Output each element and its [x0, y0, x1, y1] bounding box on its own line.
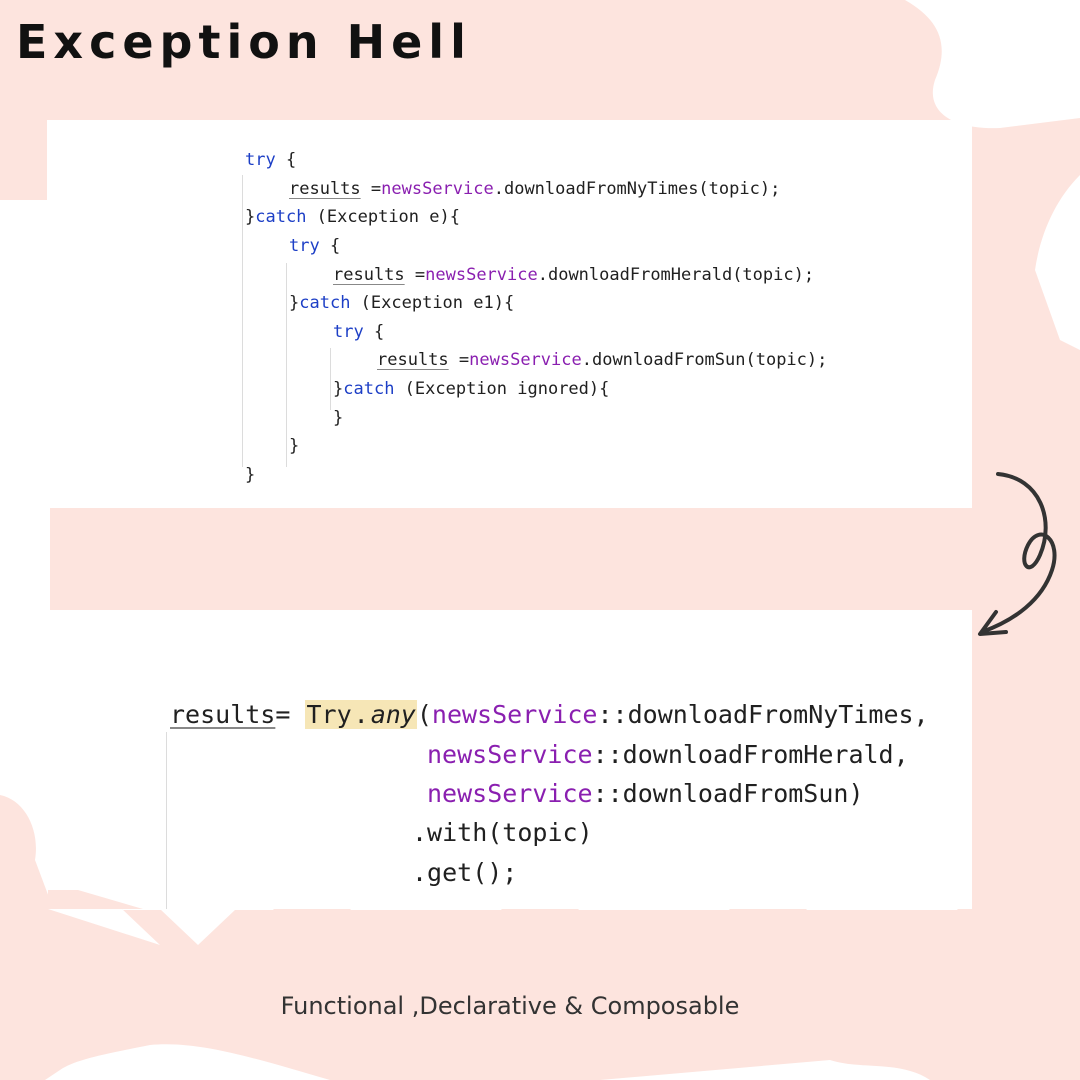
zigzag-border: [48, 890, 972, 975]
curved-arrow-icon: [978, 472, 1057, 636]
caption-text: Functional ,Declarative & Composable: [280, 992, 740, 1020]
